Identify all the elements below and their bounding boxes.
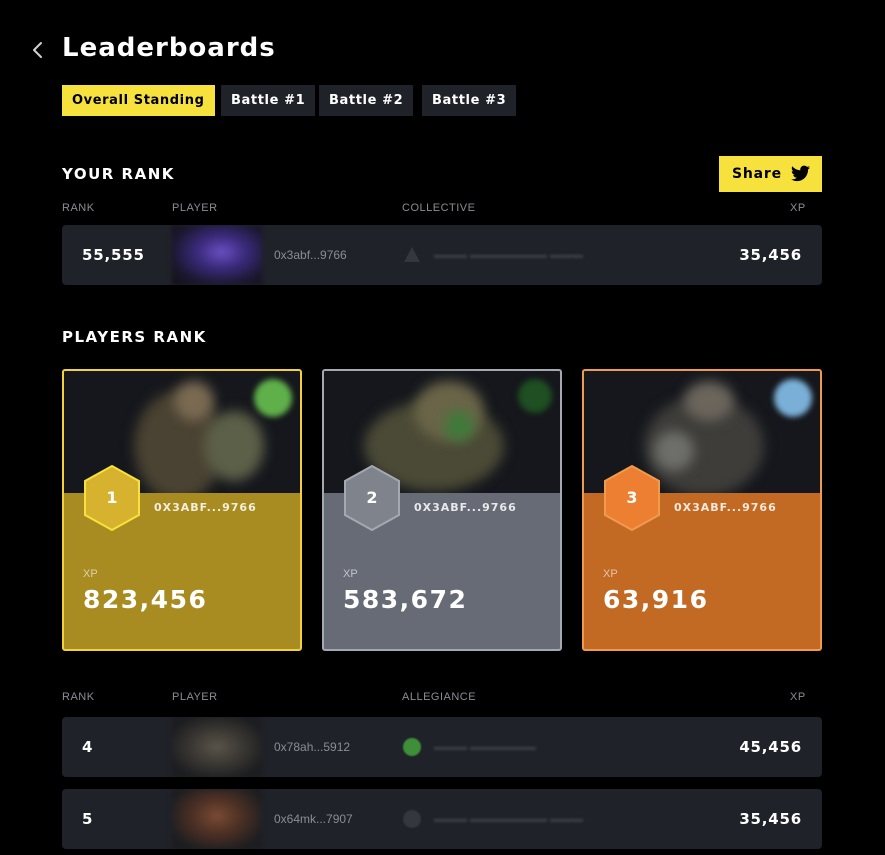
chevron-left-icon[interactable] <box>30 40 48 60</box>
column-header-collective: COLLECTIVE <box>402 202 476 214</box>
podium-card-1[interactable]: 1 0X3ABF...9766 XP 823,456 <box>62 369 302 651</box>
rank-number: 3 <box>626 488 638 507</box>
tab-overall-standing[interactable]: Overall Standing <box>62 85 215 116</box>
your-rank-heading: YOUR RANK <box>62 165 175 183</box>
xp-value: 45,456 <box>739 738 802 756</box>
rank-value: 55,555 <box>82 246 145 264</box>
allegiance-name-blurred: ▬▬▬ ▬▬▬▬▬▬▬ ▬▬▬ <box>434 813 584 825</box>
share-label: Share <box>732 166 782 182</box>
twitter-icon <box>791 165 810 182</box>
player-address[interactable]: 0x64mk...7907 <box>274 789 353 849</box>
table-row[interactable]: 5 0x64mk...7907 ▬▬▬ ▬▬▬▬▬▬▬ ▬▬▬ 35,456 <box>62 789 822 849</box>
rank-value: 5 <box>82 810 94 828</box>
share-button[interactable]: Share <box>719 156 822 192</box>
xp-value: 583,672 <box>343 585 468 614</box>
players-rank-heading: PLAYERS RANK <box>62 328 207 346</box>
column-header-rank: RANK <box>62 691 95 703</box>
xp-label: XP <box>343 568 358 580</box>
column-header-rank: RANK <box>62 202 95 214</box>
xp-value: 35,456 <box>739 246 802 264</box>
tab-battle-2[interactable]: Battle #2 <box>319 85 414 116</box>
allegiance-icon <box>403 738 421 756</box>
collective-name-blurred: ▬▬▬ ▬▬▬▬▬▬▬ ▬▬▬ <box>434 249 584 261</box>
column-header-player: PLAYER <box>172 202 218 214</box>
collective-icon <box>404 247 420 262</box>
your-rank-row[interactable]: 55,555 0x3abf...9766 ▬▬▬ ▬▬▬▬▬▬▬ ▬▬▬ 35,… <box>62 225 822 285</box>
allegiance-name-blurred: ▬▬▬ ▬▬▬▬▬▬ <box>434 741 537 753</box>
player-avatar <box>172 717 262 777</box>
xp-value: 35,456 <box>739 810 802 828</box>
rank-number: 1 <box>106 488 118 507</box>
player-avatar <box>172 225 262 285</box>
xp-value: 63,916 <box>603 585 709 614</box>
podium-card-2[interactable]: 2 0X3ABF...9766 XP 583,672 <box>322 369 562 651</box>
player-address[interactable]: 0X3ABF...9766 <box>414 501 517 514</box>
xp-label: XP <box>603 568 618 580</box>
table-row[interactable]: 4 0x78ah...5912 ▬▬▬ ▬▬▬▬▬▬ 45,456 <box>62 717 822 777</box>
column-header-allegiance: ALLEGIANCE <box>402 691 477 703</box>
rank-number: 2 <box>366 488 378 507</box>
xp-label: XP <box>83 568 98 580</box>
tab-battle-3[interactable]: Battle #3 <box>422 85 517 116</box>
column-header-player: PLAYER <box>172 691 218 703</box>
column-header-xp: XP <box>790 202 806 214</box>
player-address[interactable]: 0X3ABF...9766 <box>674 501 777 514</box>
rank-value: 4 <box>82 738 94 756</box>
allegiance-icon <box>403 810 421 828</box>
page-title: Leaderboards <box>62 33 276 63</box>
player-address[interactable]: 0x78ah...5912 <box>274 717 350 777</box>
player-avatar <box>172 789 262 849</box>
tab-battle-1[interactable]: Battle #1 <box>221 85 316 116</box>
player-address[interactable]: 0x3abf...9766 <box>274 225 347 285</box>
column-header-xp: XP <box>790 691 806 703</box>
xp-value: 823,456 <box>83 585 208 614</box>
podium-card-3[interactable]: 3 0X3ABF...9766 XP 63,916 <box>582 369 822 651</box>
player-address[interactable]: 0X3ABF...9766 <box>154 501 257 514</box>
